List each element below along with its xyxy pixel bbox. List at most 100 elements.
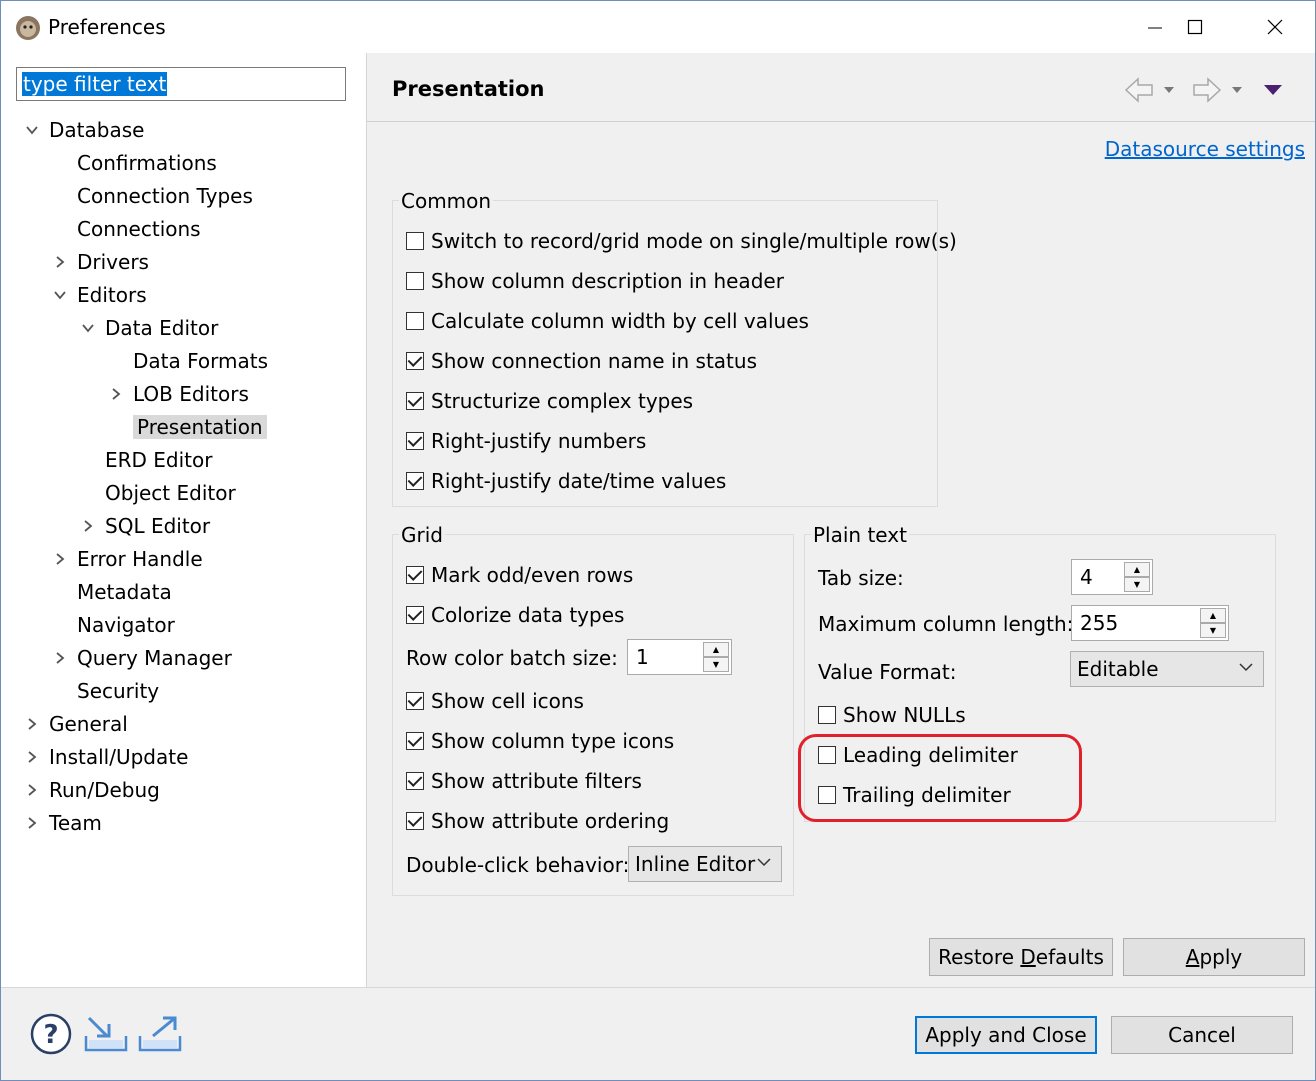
calculate-column-width-by-cell-values-checkbox[interactable]: Calculate column width by cell values (406, 306, 809, 336)
restore-defaults-button[interactable]: Restore Defaults (929, 938, 1113, 976)
apply-button[interactable]: Apply (1123, 938, 1305, 976)
tree-item-run-debug[interactable]: Run/Debug (28, 775, 160, 805)
tree-item-data-editor[interactable]: Data Editor (82, 313, 219, 343)
checkbox-box[interactable] (406, 732, 424, 750)
switch-to-record-grid-mode-on-single-multiple-row-s-checkbox[interactable]: Switch to record/grid mode on single/mul… (406, 226, 957, 256)
chevron-right-icon[interactable] (53, 651, 67, 665)
value-format-label: Value Format: (818, 660, 957, 684)
tree-item-drivers[interactable]: Drivers (56, 247, 149, 277)
show-column-type-icons-checkbox[interactable]: Show column type icons (406, 726, 674, 756)
preferences-tree-pane: type filter text Database Confirmations Co… (1, 53, 367, 987)
plain-text-group-label: Plain text (811, 523, 909, 547)
chevron-right-icon[interactable] (25, 783, 39, 797)
back-dropdown-icon[interactable] (1163, 85, 1175, 95)
spin-down-icon[interactable]: ▼ (1124, 577, 1150, 592)
chevron-right-icon[interactable] (25, 750, 39, 764)
checkbox-box[interactable] (406, 312, 424, 330)
value-format-select[interactable]: Editable (1070, 651, 1264, 687)
show-connection-name-in-status-checkbox[interactable]: Show connection name in status (406, 346, 757, 376)
checkbox-box[interactable] (406, 566, 424, 584)
spin-down-icon[interactable]: ▼ (703, 657, 729, 672)
checkbox-box[interactable] (406, 232, 424, 250)
spinner-arrows[interactable]: ▲ ▼ (1200, 608, 1226, 638)
export-icon[interactable] (137, 1014, 183, 1054)
chevron-right-icon[interactable] (53, 255, 67, 269)
tree-item-connection-types[interactable]: Connection Types (77, 181, 253, 211)
checkbox-box[interactable] (406, 772, 424, 790)
checkbox-box[interactable] (406, 272, 424, 290)
apply-and-close-button[interactable]: Apply and Close (915, 1016, 1097, 1054)
checkbox-box[interactable] (818, 706, 836, 724)
right-justify-date-time-values-checkbox[interactable]: Right-justify date/time values (406, 466, 726, 496)
show-cell-icons-checkbox[interactable]: Show cell icons (406, 686, 584, 716)
colorize-data-types-checkbox[interactable]: Colorize data types (406, 600, 624, 630)
checkbox-box[interactable] (406, 432, 424, 450)
spinner-arrows[interactable]: ▲ ▼ (1124, 562, 1150, 592)
max-column-length-spinner[interactable]: 255 ▲ ▼ (1071, 605, 1229, 641)
spin-up-icon[interactable]: ▲ (1124, 562, 1150, 577)
checkbox-box[interactable] (406, 812, 424, 830)
double-click-select[interactable]: Inline Editor (628, 846, 782, 882)
tree-item-error-handle[interactable]: Error Handle (56, 544, 203, 574)
tree-item-erd-editor[interactable]: ERD Editor (105, 445, 212, 475)
filter-placeholder: type filter text (22, 72, 168, 96)
help-icon[interactable]: ? (30, 1013, 72, 1055)
maximize-button[interactable] (1155, 1, 1235, 53)
back-arrow-icon[interactable] (1123, 75, 1155, 105)
tree-item-object-editor[interactable]: Object Editor (105, 478, 236, 508)
tree-item-security[interactable]: Security (77, 676, 159, 706)
structurize-complex-types-checkbox[interactable]: Structurize complex types (406, 386, 693, 416)
tree-item-label: General (49, 712, 128, 736)
spin-up-icon[interactable]: ▲ (703, 642, 729, 657)
checkbox-label: Right-justify numbers (431, 429, 647, 453)
chevron-right-icon[interactable] (25, 717, 39, 731)
tree-item-sql-editor[interactable]: SQL Editor (84, 511, 210, 541)
spin-down-icon[interactable]: ▼ (1200, 623, 1226, 638)
filter-input[interactable]: type filter text (16, 67, 346, 101)
show-attribute-ordering-checkbox[interactable]: Show attribute ordering (406, 806, 669, 836)
tree-item-metadata[interactable]: Metadata (77, 577, 172, 607)
tree-item-query-manager[interactable]: Query Manager (56, 643, 232, 673)
import-icon[interactable] (83, 1014, 129, 1054)
checkbox-box[interactable] (406, 472, 424, 490)
show-attribute-filters-checkbox[interactable]: Show attribute filters (406, 766, 642, 796)
tree-item-navigator[interactable]: Navigator (77, 610, 175, 640)
forward-arrow-icon[interactable] (1191, 75, 1223, 105)
close-button[interactable] (1235, 1, 1315, 53)
cancel-button[interactable]: Cancel (1111, 1016, 1293, 1054)
show-column-description-in-header-checkbox[interactable]: Show column description in header (406, 266, 784, 296)
tree-item-team[interactable]: Team (28, 808, 102, 838)
checkbox-box[interactable] (406, 606, 424, 624)
datasource-settings-link[interactable]: Datasource settings (1105, 137, 1305, 161)
tab-size-spinner[interactable]: 4 ▲ ▼ (1071, 559, 1153, 595)
tree-item-connections[interactable]: Connections (77, 214, 201, 244)
show-nulls-checkbox[interactable]: Show NULLs (818, 700, 966, 730)
tree-item-data-formats[interactable]: Data Formats (133, 346, 268, 376)
tree-item-database[interactable]: Database (26, 115, 144, 145)
tree-item-label: Editors (77, 283, 147, 307)
spinner-arrows[interactable]: ▲ ▼ (703, 642, 729, 672)
tree-item-install-update[interactable]: Install/Update (28, 742, 188, 772)
checkbox-box[interactable] (406, 692, 424, 710)
spin-up-icon[interactable]: ▲ (1200, 608, 1226, 623)
chevron-right-icon[interactable] (53, 552, 67, 566)
tree-item-lob-editors[interactable]: LOB Editors (112, 379, 249, 409)
tree-item-label: Data Editor (105, 316, 219, 340)
tree-item-presentation[interactable]: Presentation (133, 412, 267, 442)
right-justify-numbers-checkbox[interactable]: Right-justify numbers (406, 426, 646, 456)
row-color-batch-spinner[interactable]: 1 ▲ ▼ (627, 639, 732, 675)
checkbox-box[interactable] (406, 352, 424, 370)
chevron-down-icon[interactable] (25, 123, 39, 137)
view-menu-icon[interactable] (1263, 83, 1283, 97)
chevron-down-icon[interactable] (53, 288, 67, 302)
forward-dropdown-icon[interactable] (1231, 85, 1243, 95)
chevron-right-icon[interactable] (109, 387, 123, 401)
tree-item-general[interactable]: General (28, 709, 128, 739)
mark-odd-even-checkbox[interactable]: Mark odd/even rows (406, 560, 633, 590)
chevron-down-icon[interactable] (81, 321, 95, 335)
tree-item-confirmations[interactable]: Confirmations (77, 148, 217, 178)
checkbox-box[interactable] (406, 392, 424, 410)
chevron-right-icon[interactable] (81, 519, 95, 533)
tree-item-editors[interactable]: Editors (54, 280, 147, 310)
chevron-right-icon[interactable] (25, 816, 39, 830)
